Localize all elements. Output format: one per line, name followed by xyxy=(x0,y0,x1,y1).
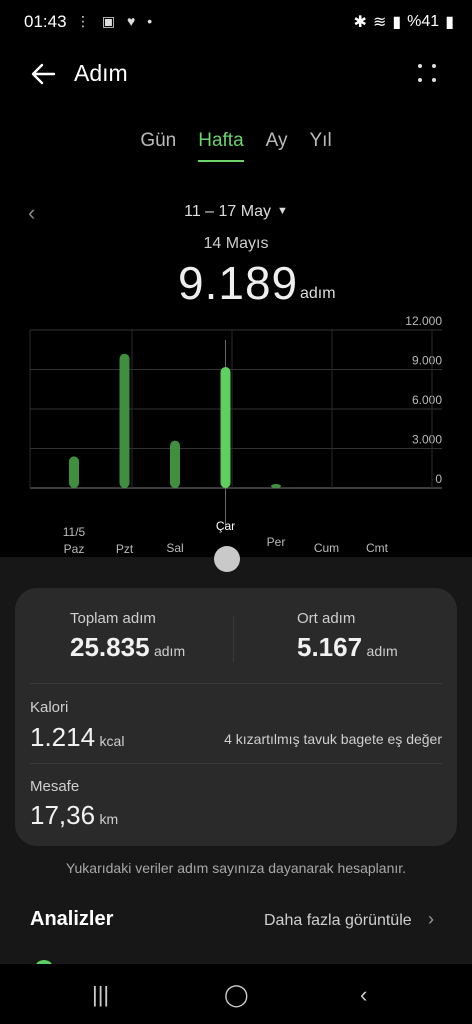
x-tick-label: Sal xyxy=(166,541,183,555)
tab-month[interactable]: Ay xyxy=(266,130,288,162)
avg-steps-value: 5.167 xyxy=(297,632,363,662)
steps-chart[interactable]: 12.000 9.000 6.000 3.000 0 Paz Pzt Sal Çar Per Cum… xyxy=(0,315,472,560)
wifi-icon: ≋ xyxy=(372,14,387,31)
y-tick-label: 3.000 xyxy=(412,433,442,447)
total-steps-unit: adım xyxy=(153,643,186,659)
bar xyxy=(271,484,281,489)
back-nav-icon[interactable]: ‹ xyxy=(360,982,367,1008)
more-options-icon[interactable] xyxy=(416,62,440,86)
period-tabs: Gün Hafta Ay Yıl xyxy=(0,130,472,162)
x-date-label: 11/5 xyxy=(63,525,86,539)
y-tick-label: 9.000 xyxy=(412,354,442,368)
x-tick-label: Per xyxy=(267,535,286,549)
back-arrow-icon[interactable] xyxy=(28,58,60,90)
battery-percent: %41 xyxy=(407,13,440,30)
chevron-right-icon[interactable]: › xyxy=(428,909,434,930)
x-tick-label: Cmt xyxy=(366,541,389,555)
stat-divider xyxy=(233,616,234,662)
distance: 17,36 km xyxy=(30,800,118,831)
x-tick-label: Cum xyxy=(314,541,339,555)
bar xyxy=(119,353,130,488)
analysis-title: Analizler xyxy=(30,908,114,930)
tab-year[interactable]: Yıl xyxy=(310,130,332,162)
distance-value: 17,36 xyxy=(30,800,96,830)
week-range-label: 11 – 17 May xyxy=(184,203,271,220)
bar xyxy=(170,440,180,488)
total-steps: 25.835 adım xyxy=(70,632,185,663)
selected-steps-unit: adım xyxy=(300,285,336,302)
navigation-bar: ||| ◯ ‹ xyxy=(0,964,472,1024)
avg-steps-label: Ort adım xyxy=(297,610,356,627)
total-steps-value: 25.835 xyxy=(70,632,150,662)
bluetooth-icon: ✱ xyxy=(353,14,367,31)
calorie-label: Kalori xyxy=(30,699,69,716)
status-right: ✱ ≋ ▮ %41 ▮ xyxy=(354,12,454,32)
x-tick-label: Paz xyxy=(64,542,85,556)
bar xyxy=(69,456,79,488)
recent-apps-icon[interactable]: ||| xyxy=(92,982,109,1008)
calorie-equivalent: 4 kızartılmış tavuk bagete eş değer xyxy=(224,731,442,747)
page-title: Adım xyxy=(74,60,128,86)
y-tick-label: 12.000 xyxy=(405,315,442,328)
chart-drag-handle[interactable] xyxy=(214,546,240,572)
selected-day: 14 Mayıs xyxy=(203,235,269,252)
avg-steps: 5.167 adım xyxy=(297,632,398,663)
calorie-unit: kcal xyxy=(99,733,125,749)
summary-card: Toplam adım 25.835 adım Ort adım 5.167 a… xyxy=(15,588,457,846)
battery-icon: ▮ xyxy=(445,14,454,31)
x-tick-label: Pzt xyxy=(116,542,134,556)
calorie-value: 1.214 xyxy=(30,722,96,752)
home-icon[interactable]: ◯ xyxy=(224,982,249,1008)
total-steps-label: Toplam adım xyxy=(70,610,156,627)
dropdown-icon: ▼ xyxy=(276,205,288,217)
bar xyxy=(220,367,231,488)
week-range-selector[interactable]: 11 – 17 May ▼ xyxy=(0,203,472,221)
distance-unit: km xyxy=(99,811,119,827)
row-divider xyxy=(30,683,442,684)
status-time: 01:43 xyxy=(24,12,67,31)
signal-icon: ▮ xyxy=(392,14,402,31)
tab-week[interactable]: Hafta xyxy=(198,130,244,162)
avg-steps-unit: adım xyxy=(366,643,398,659)
distance-label: Mesafe xyxy=(30,778,80,795)
y-tick-label: 6.000 xyxy=(412,393,442,407)
x-tick-label: Çar xyxy=(216,519,235,533)
y-tick-label: 0 xyxy=(435,472,442,486)
view-more-link[interactable]: Daha fazla görüntüle xyxy=(264,912,412,930)
tab-day[interactable]: Gün xyxy=(140,130,176,162)
row-divider xyxy=(30,763,442,764)
selected-steps-value: 9.189 xyxy=(178,257,299,309)
status-bar: 01:43 ⋮ ▣ ♥ • ✱ ≋ ▮ %41 ▮ xyxy=(0,0,472,46)
footnote: Yukarıdaki veriler adım sayınıza dayanar… xyxy=(65,860,407,876)
calorie: 1.214 kcal xyxy=(30,722,124,753)
notification-icons: ⋮ ▣ ♥ • xyxy=(76,13,157,29)
